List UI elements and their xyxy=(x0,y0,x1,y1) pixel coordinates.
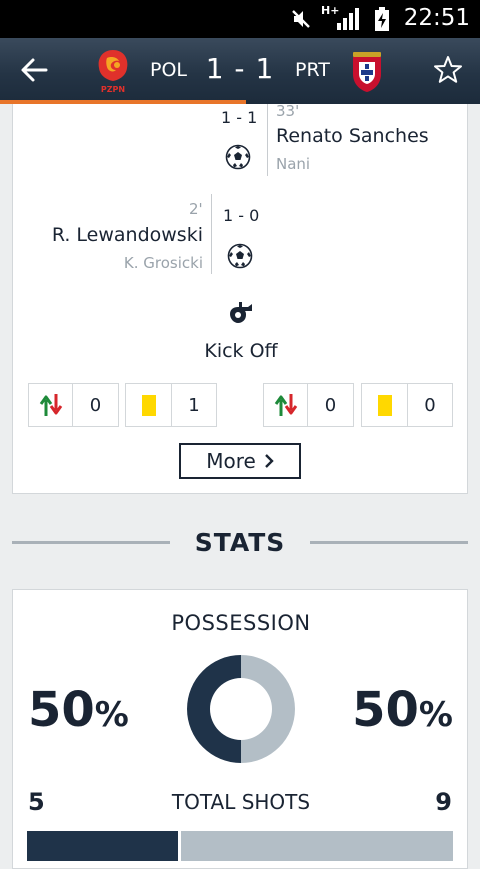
clock: 22:51 xyxy=(403,5,470,31)
yellow-card-icon xyxy=(141,394,156,416)
soccer-ball-icon xyxy=(225,144,251,170)
home-yellow-cards: 1 xyxy=(125,383,217,427)
away-possession-slice xyxy=(241,655,295,763)
event-player[interactable]: Renato Sanches xyxy=(276,125,429,147)
favorite-star-icon[interactable] xyxy=(433,55,463,85)
away-substitutions: 0 xyxy=(263,383,354,427)
divider xyxy=(310,541,468,544)
home-possession-value: 50 xyxy=(28,682,95,738)
event-assist[interactable]: K. Grosicki xyxy=(124,254,203,272)
match-header: PZPN POL 1 - 1 PRT xyxy=(0,38,480,104)
stats-card: POSSESSION 50% 50% 5 TOTAL SHOTS 9 xyxy=(12,589,468,869)
away-total-shots: 9 xyxy=(435,788,452,816)
event-minute: 2' xyxy=(189,200,203,218)
timeline-divider xyxy=(267,104,268,176)
match-timeline-card: 33' 1 - 1 Renato Sanches Nani 2' 1 - 0 R… xyxy=(12,102,468,494)
away-shots-bar xyxy=(181,831,453,861)
percent-sign: % xyxy=(94,695,129,735)
substitution-icon xyxy=(39,394,62,416)
away-yellow-cards-count: 0 xyxy=(424,394,436,416)
portugal-crest-icon xyxy=(353,52,381,92)
home-yellow-cards-count: 1 xyxy=(188,394,200,416)
away-possession-value: 50 xyxy=(352,682,419,738)
whistle-icon xyxy=(230,302,252,323)
possession-donut-chart xyxy=(187,655,295,763)
yellow-card-icon xyxy=(377,394,392,416)
home-possession-slice xyxy=(187,655,241,763)
timeline-divider xyxy=(211,194,212,274)
status-icons: H+ xyxy=(290,4,390,31)
away-possession: 50% xyxy=(352,682,453,738)
chevron-right-icon xyxy=(264,454,274,468)
status-bar: H+ 22:51 xyxy=(0,0,480,38)
away-yellow-cards: 0 xyxy=(361,383,453,427)
home-possession: 50% xyxy=(28,682,129,738)
home-substitutions-count: 0 xyxy=(89,394,102,416)
mute-icon xyxy=(292,10,310,28)
match-score: 1 - 1 xyxy=(205,52,275,85)
event-score: 1 - 1 xyxy=(221,108,258,127)
event-assist[interactable]: Nani xyxy=(276,155,310,173)
kickoff-label: Kick Off xyxy=(204,340,278,362)
more-button[interactable]: More xyxy=(179,443,301,479)
home-substitutions: 0 xyxy=(28,383,119,427)
total-shots-title: TOTAL SHOTS xyxy=(171,790,311,814)
svg-text:PZPN: PZPN xyxy=(101,85,125,94)
event-player[interactable]: R. Lewandowski xyxy=(52,224,203,246)
event-score: 1 - 0 xyxy=(223,206,260,225)
substitution-icon xyxy=(274,394,297,416)
event-minute: 33' xyxy=(276,102,300,120)
signal-icon: H+ xyxy=(321,4,365,31)
stats-section-header: STATS xyxy=(0,522,480,566)
percent-sign: % xyxy=(418,695,453,735)
away-team-code: PRT xyxy=(295,59,330,81)
battery-icon xyxy=(375,7,389,31)
soccer-ball-icon xyxy=(227,243,253,269)
home-shots-bar xyxy=(27,831,178,861)
possession-title: POSSESSION xyxy=(171,611,311,635)
away-substitutions-count: 0 xyxy=(324,394,337,416)
more-button-label: More xyxy=(206,449,256,473)
